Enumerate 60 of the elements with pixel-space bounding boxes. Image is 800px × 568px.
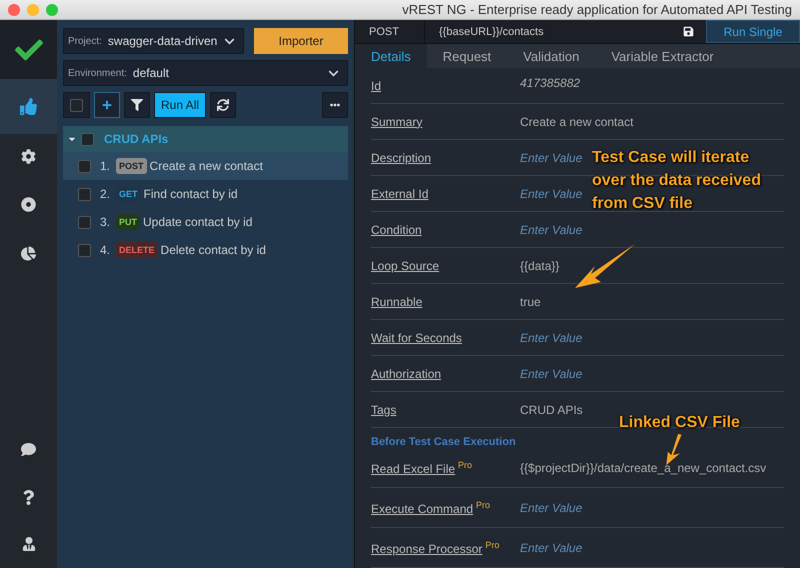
run-single-button[interactable]: Run Single bbox=[706, 20, 800, 44]
group-label: CRUD APIs bbox=[104, 132, 168, 146]
value-input[interactable]: Enter Value bbox=[520, 186, 582, 200]
method-tag: DELETE bbox=[116, 242, 158, 258]
field-label: Wait for Seconds bbox=[371, 330, 462, 344]
item-number: 2. bbox=[100, 187, 110, 201]
field-value[interactable]: {{$projectDir}}/data/create_a_new_contact.csv bbox=[520, 460, 766, 474]
section-heading: Before Test Case Execution bbox=[371, 435, 517, 448]
field-label: Summary bbox=[371, 114, 422, 128]
tab[interactable]: Details bbox=[355, 44, 427, 68]
value-input[interactable]: Enter Value bbox=[520, 330, 582, 344]
field-value[interactable]: true bbox=[520, 294, 541, 308]
test-case-item[interactable]: 3. PUT Update contact by id bbox=[63, 208, 348, 236]
tab[interactable]: Validation bbox=[507, 44, 596, 68]
run-all-button[interactable]: Run All bbox=[154, 92, 206, 118]
callout-text: Linked CSV File bbox=[619, 413, 740, 433]
item-number: 4. bbox=[100, 243, 110, 257]
field-label: Response Processor bbox=[371, 542, 482, 556]
test-case-item[interactable]: 2. GET Find contact by id bbox=[63, 180, 348, 208]
test-case-item[interactable]: 1. POST Create a new contact bbox=[63, 152, 348, 180]
value-input[interactable]: Enter Value bbox=[520, 150, 582, 164]
url-field[interactable]: {{baseURL}}/contacts bbox=[425, 20, 671, 44]
field-value[interactable]: CRUD APIs bbox=[520, 402, 583, 416]
item-number: 1. bbox=[100, 159, 110, 173]
field-label: Runnable bbox=[371, 294, 422, 308]
field-label: Loop Source bbox=[371, 258, 440, 272]
field-label: Id bbox=[371, 78, 382, 92]
item-label: Find contact by id bbox=[144, 187, 238, 201]
tab[interactable]: Request bbox=[426, 44, 508, 68]
pro-label: Pro bbox=[485, 540, 500, 550]
field-label: Tags bbox=[371, 402, 396, 416]
field-value[interactable]: {{data}} bbox=[520, 258, 560, 272]
field-label: Condition bbox=[371, 222, 422, 236]
value-input[interactable]: Enter Value bbox=[520, 500, 582, 514]
value-input[interactable]: Enter Value bbox=[520, 366, 582, 380]
environment-select[interactable]: Environment: default bbox=[63, 60, 348, 86]
field-label: External Id bbox=[371, 186, 428, 200]
field-value: 417385882 bbox=[520, 76, 580, 90]
tab[interactable]: Variable Extractor bbox=[595, 44, 730, 68]
window-title: vREST NG - Enterprise ready application for Automated API Testing bbox=[402, 2, 792, 17]
item-number: 3. bbox=[100, 215, 110, 229]
method-tag: PUT bbox=[116, 214, 140, 230]
test-case-item[interactable]: 4. DELETE Delete contact by id bbox=[63, 236, 348, 264]
field-label: Description bbox=[371, 150, 432, 164]
method-tag: GET bbox=[116, 186, 141, 202]
item-label: Update contact by id bbox=[143, 215, 252, 229]
value-input[interactable]: Enter Value bbox=[520, 222, 582, 236]
pro-label: Pro bbox=[476, 500, 490, 510]
field-label: Execute Command bbox=[371, 502, 474, 516]
pro-label: Pro bbox=[458, 460, 472, 470]
callout-text: Test Case will iterate over the data received from CSV file bbox=[592, 148, 762, 214]
field-label: Read Excel File bbox=[371, 462, 456, 476]
item-label: Create a new contact bbox=[150, 159, 263, 173]
item-label: Delete contact by id bbox=[160, 243, 266, 257]
field-value[interactable]: Create a new contact bbox=[520, 114, 634, 128]
method-tag: POST bbox=[116, 158, 147, 174]
project-select[interactable]: Project: swagger-data-driven bbox=[63, 28, 244, 54]
field-label: Authorization bbox=[371, 366, 442, 380]
importer-button[interactable]: Importer bbox=[254, 28, 348, 54]
value-input[interactable]: Enter Value bbox=[520, 540, 582, 554]
